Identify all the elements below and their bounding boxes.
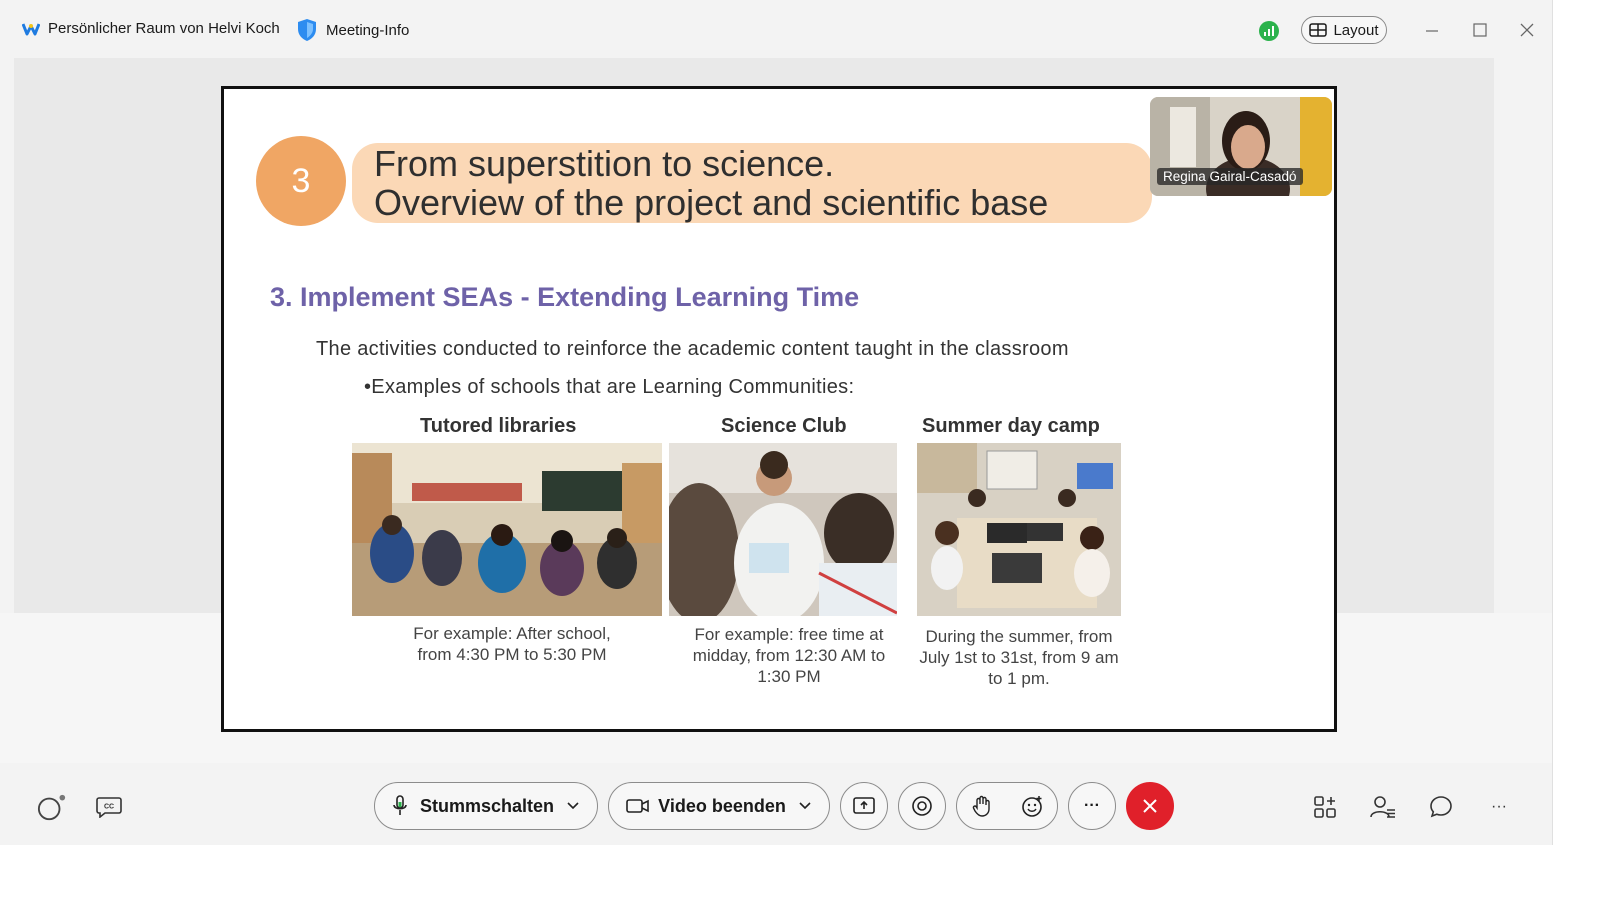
column-title-tutored-libraries: Tutored libraries (420, 415, 577, 437)
maximize-button[interactable] (1468, 18, 1492, 42)
minimize-button[interactable] (1420, 18, 1444, 42)
connection-signal-icon[interactable] (1259, 21, 1279, 41)
tutored-libraries-photo (352, 443, 662, 616)
caption-science-club: For example: free time at midday, from 1… (682, 624, 896, 687)
grid-layout-icon (1309, 23, 1328, 37)
video-label: Video beenden (658, 795, 786, 816)
chat-bubble-icon (1430, 796, 1452, 818)
slide-title: From superstition to science. Overview o… (374, 144, 1048, 222)
status-button[interactable] (37, 792, 67, 822)
caption-science-club-line2: midday, from 12:30 AM to (692, 646, 886, 665)
shield-icon (298, 19, 316, 41)
more-panels-icon: ··· (1491, 798, 1507, 815)
participants-button[interactable] (1368, 792, 1398, 822)
caption-tutored-libraries-line1: For example: After school, (413, 624, 611, 643)
participants-icon (1370, 796, 1395, 818)
section-number-badge: 3 (256, 136, 346, 226)
caption-summer-day-camp: During the summer, from July 1st to 31st… (914, 626, 1124, 689)
captions-button[interactable]: CC (94, 792, 124, 822)
layout-label: Layout (1333, 21, 1379, 39)
presence-ring-icon (37, 794, 66, 821)
meeting-window: Persönlicher Raum von Helvi Koch Meeting… (0, 0, 1553, 845)
emoji-reaction-icon[interactable] (1021, 795, 1043, 817)
caption-summer-day-camp-line2: July 1st to 31st, from 9 am (919, 648, 1119, 667)
webex-logo-icon (22, 22, 40, 35)
column-title-science-club: Science Club (721, 415, 847, 437)
caption-summer-day-camp-line1: During the summer, from (925, 627, 1113, 646)
closed-captions-icon: CC (96, 797, 122, 818)
participant-video-tile[interactable]: Regina Gairal-Casadó (1150, 97, 1332, 196)
more-options-icon: ··· (1084, 797, 1100, 814)
summer-day-camp-photo (917, 443, 1121, 616)
meeting-info-button[interactable]: Meeting-Info (296, 18, 409, 42)
chevron-down-icon[interactable] (798, 801, 812, 811)
caption-science-club-line3: 1:30 PM (757, 667, 821, 686)
slide-title-line2: Overview of the project and scientific b… (374, 182, 1049, 223)
apps-button[interactable] (1310, 792, 1340, 822)
svg-text:CC: CC (104, 804, 114, 811)
slide-subheading: 3. Implement SEAs - Extending Learning T… (270, 282, 860, 312)
close-icon (1520, 23, 1534, 37)
science-club-photo (669, 443, 897, 616)
record-icon (912, 796, 932, 816)
minimize-icon (1426, 30, 1438, 32)
maximize-icon (1473, 23, 1487, 37)
chat-button[interactable] (1426, 792, 1456, 822)
record-button[interactable] (898, 782, 946, 830)
microphone-icon (393, 795, 407, 815)
participant-name: Regina Gairal-Casadó (1157, 168, 1303, 185)
mute-button[interactable]: Stummschalten (374, 782, 598, 830)
more-panels-button[interactable]: ··· (1484, 792, 1514, 822)
chevron-down-icon[interactable] (566, 801, 580, 811)
share-screen-button[interactable] (840, 782, 888, 830)
caption-science-club-line1: For example: free time at (694, 625, 884, 644)
stop-video-button[interactable]: Video beenden (608, 782, 830, 830)
slide-title-line1: From superstition to science. (374, 143, 835, 184)
caption-tutored-libraries-line2: from 4:30 PM to 5:30 PM (417, 645, 607, 664)
raise-hand-icon[interactable] (972, 795, 992, 817)
room-title[interactable]: Persönlicher Raum von Helvi Koch (22, 20, 280, 37)
apps-grid-icon (1314, 796, 1336, 818)
layout-button[interactable]: Layout (1301, 16, 1387, 44)
caption-tutored-libraries: For example: After school, from 4:30 PM … (384, 623, 640, 665)
share-screen-icon (853, 797, 875, 814)
more-options-button[interactable]: ··· (1068, 782, 1116, 830)
slide-bullet: •Examples of schools that are Learning C… (364, 376, 855, 398)
reactions-group (956, 782, 1058, 830)
room-title-text: Persönlicher Raum von Helvi Koch (48, 20, 280, 37)
close-icon (1143, 799, 1157, 813)
slide-paragraph: The activities conducted to reinforce th… (316, 338, 1069, 360)
caption-summer-day-camp-line3: to 1 pm. (988, 669, 1050, 688)
meeting-info-label: Meeting-Info (326, 21, 410, 39)
close-window-button[interactable] (1515, 18, 1539, 42)
leave-meeting-button[interactable] (1126, 782, 1174, 830)
column-title-summer-day-camp: Summer day camp (922, 415, 1100, 437)
video-camera-icon (626, 799, 649, 813)
mute-label: Stummschalten (419, 795, 555, 816)
title-bar: Persönlicher Raum von Helvi Koch Meeting… (0, 0, 1552, 58)
